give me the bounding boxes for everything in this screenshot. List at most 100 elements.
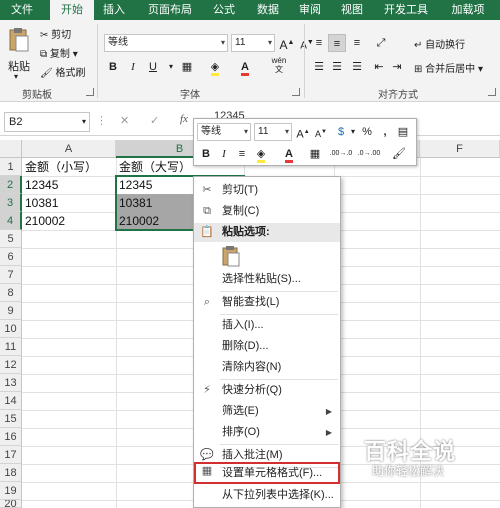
row-header[interactable]: 8 [0, 284, 22, 302]
paste-button[interactable]: 粘贴 [8, 58, 30, 74]
row-header[interactable]: 19 [0, 482, 22, 500]
tab-addins[interactable]: 加载项 [444, 0, 492, 20]
cancel-entry-button[interactable]: ✕ [120, 114, 129, 127]
row-header[interactable]: 14 [0, 392, 22, 410]
tab-review[interactable]: 审阅 [294, 0, 326, 20]
cell-b4[interactable]: 210002 [116, 212, 159, 230]
shrink-font-icon[interactable]: A▼ [312, 123, 330, 141]
orientation-icon[interactable]: ⤢ [372, 34, 390, 52]
format-painter-button[interactable]: 🖌 格式刷 [40, 64, 85, 79]
align-middle-icon[interactable]: ≡ [328, 34, 346, 52]
cell-a2[interactable]: 12345 [22, 176, 58, 194]
menu-item-sort[interactable]: 排序(O) ▶ [194, 423, 340, 442]
row-header[interactable]: 5 [0, 230, 22, 248]
row-header[interactable]: 13 [0, 374, 22, 392]
menu-item-format-cells[interactable]: ▦ 设置单元格格式(F)... [194, 462, 340, 484]
tab-data[interactable]: 数据 [252, 0, 284, 20]
menu-item-smart-lookup[interactable]: ⌕ 智能查找(L) [194, 293, 340, 312]
confirm-entry-button[interactable]: ✓ [150, 114, 159, 127]
menu-item-cut[interactable]: ✂ 剪切(T) [194, 181, 340, 200]
format-painter-icon[interactable]: 🖌 [390, 145, 408, 163]
decrease-indent-icon[interactable]: ⇤ [370, 58, 388, 76]
row-header[interactable]: 9 [0, 302, 22, 320]
bold-button[interactable]: B [104, 58, 122, 76]
mini-font-size-combo[interactable]: 11 ▾ [254, 123, 292, 141]
merge-center-button[interactable]: ⊞ 合并后居中 ▾ [414, 60, 483, 75]
clipboard-launcher-icon[interactable] [86, 88, 94, 96]
paste-dropdown-icon[interactable]: ▾ [14, 72, 18, 81]
percent-button[interactable]: % [358, 123, 376, 141]
tab-formulas[interactable]: 公式 [206, 0, 242, 20]
tab-page-layout[interactable]: 页面布局 [140, 0, 200, 20]
menu-item-filter[interactable]: 筛选(E) ▶ [194, 402, 340, 421]
menu-item-clear-contents[interactable]: 清除内容(N) [194, 358, 340, 377]
cell-a3[interactable]: 10381 [22, 194, 58, 212]
row-header[interactable]: 16 [0, 428, 22, 446]
font-color-icon[interactable]: A [280, 145, 298, 163]
select-all-button[interactable] [0, 140, 22, 158]
phonetic-icon[interactable]: wén 文 [270, 56, 288, 74]
row-header[interactable]: 1 [0, 158, 22, 176]
tab-developer[interactable]: 开发工具 [378, 0, 434, 20]
align-left-icon[interactable]: ☰ [310, 58, 328, 76]
font-color-icon[interactable]: A [236, 58, 254, 76]
menu-item-insert[interactable]: 插入(I)... [194, 316, 340, 335]
mini-bold-button[interactable]: B [197, 145, 215, 163]
row-header[interactable]: 12 [0, 356, 22, 374]
row-header[interactable]: 20 [0, 500, 22, 508]
cell-a1[interactable]: 金额（小写） [22, 158, 97, 176]
align-center-icon[interactable]: ≡ [233, 145, 251, 163]
mini-font-name-combo[interactable]: 等线 ▾ [197, 123, 251, 141]
increase-decimal-button[interactable]: .00→.0 [328, 145, 354, 163]
row-header[interactable]: 4 [0, 212, 22, 230]
menu-item-copy[interactable]: ⧉ 复制(C) [194, 202, 340, 221]
alignment-launcher-icon[interactable] [488, 88, 496, 96]
underline-button[interactable]: U [144, 58, 162, 76]
font-size-combo[interactable]: 11 ▾ [231, 34, 275, 52]
copy-button[interactable]: ⧉ 复制 ▾ [40, 45, 78, 60]
menu-item-pick-from-list[interactable]: 从下拉列表中选择(K)... [194, 486, 340, 505]
row-header[interactable]: 10 [0, 320, 22, 338]
name-box[interactable]: B2 ▾ [4, 112, 90, 132]
grow-font-icon[interactable]: A▲ [294, 123, 312, 141]
cut-button[interactable]: ✂ 剪切 [40, 26, 71, 41]
row-header[interactable]: 15 [0, 410, 22, 428]
insert-function-button[interactable]: fx [180, 113, 188, 125]
borders-icon[interactable]: ▦ [306, 145, 324, 163]
column-header-a[interactable]: A [22, 140, 116, 158]
menu-item-quick-analysis[interactable]: ⚡ 快速分析(Q) [194, 381, 340, 400]
increase-indent-icon[interactable]: ⇥ [388, 58, 406, 76]
menu-item-paste-special[interactable]: 选择性粘贴(S)... [194, 270, 340, 289]
tab-view[interactable]: 视图 [336, 0, 368, 20]
row-header[interactable]: 3 [0, 194, 22, 212]
fill-color-icon[interactable]: ◈ [252, 145, 270, 163]
fill-color-icon[interactable]: ◈ [206, 58, 224, 76]
italic-button[interactable]: I [124, 58, 142, 76]
cell-a4[interactable]: 210002 [22, 212, 65, 230]
align-center-icon[interactable]: ☰ [328, 58, 346, 76]
format-table-icon[interactable]: ▤ [394, 123, 412, 141]
comma-button[interactable]: , [376, 123, 394, 141]
row-header[interactable]: 17 [0, 446, 22, 464]
paste-icon[interactable] [8, 26, 30, 54]
font-launcher-icon[interactable] [292, 88, 300, 96]
mini-italic-button[interactable]: I [215, 145, 233, 163]
tab-file[interactable]: 文件 [6, 0, 38, 20]
tab-home[interactable]: 开始 [50, 0, 94, 20]
align-bottom-icon[interactable]: ≡ [348, 34, 366, 52]
row-header[interactable]: 11 [0, 338, 22, 356]
menu-item-delete[interactable]: 删除(D)... [194, 337, 340, 356]
decrease-decimal-button[interactable]: .0→.00 [356, 145, 382, 163]
paste-option-icon[interactable] [222, 245, 240, 267]
wrap-text-button[interactable]: ↵ 自动换行 [414, 36, 465, 51]
row-header[interactable]: 7 [0, 266, 22, 284]
row-header[interactable]: 18 [0, 464, 22, 482]
align-right-icon[interactable]: ☰ [348, 58, 366, 76]
cell-b2[interactable]: 12345 [116, 176, 152, 194]
align-top-icon[interactable]: ≡ [310, 34, 328, 52]
tab-insert[interactable]: 插入 [98, 0, 130, 20]
grow-font-icon[interactable]: A▲ [278, 34, 296, 52]
font-name-combo[interactable]: 等线 ▾ [104, 34, 228, 52]
column-header-f[interactable]: F [420, 140, 500, 158]
cell-b3[interactable]: 10381 [116, 194, 152, 212]
